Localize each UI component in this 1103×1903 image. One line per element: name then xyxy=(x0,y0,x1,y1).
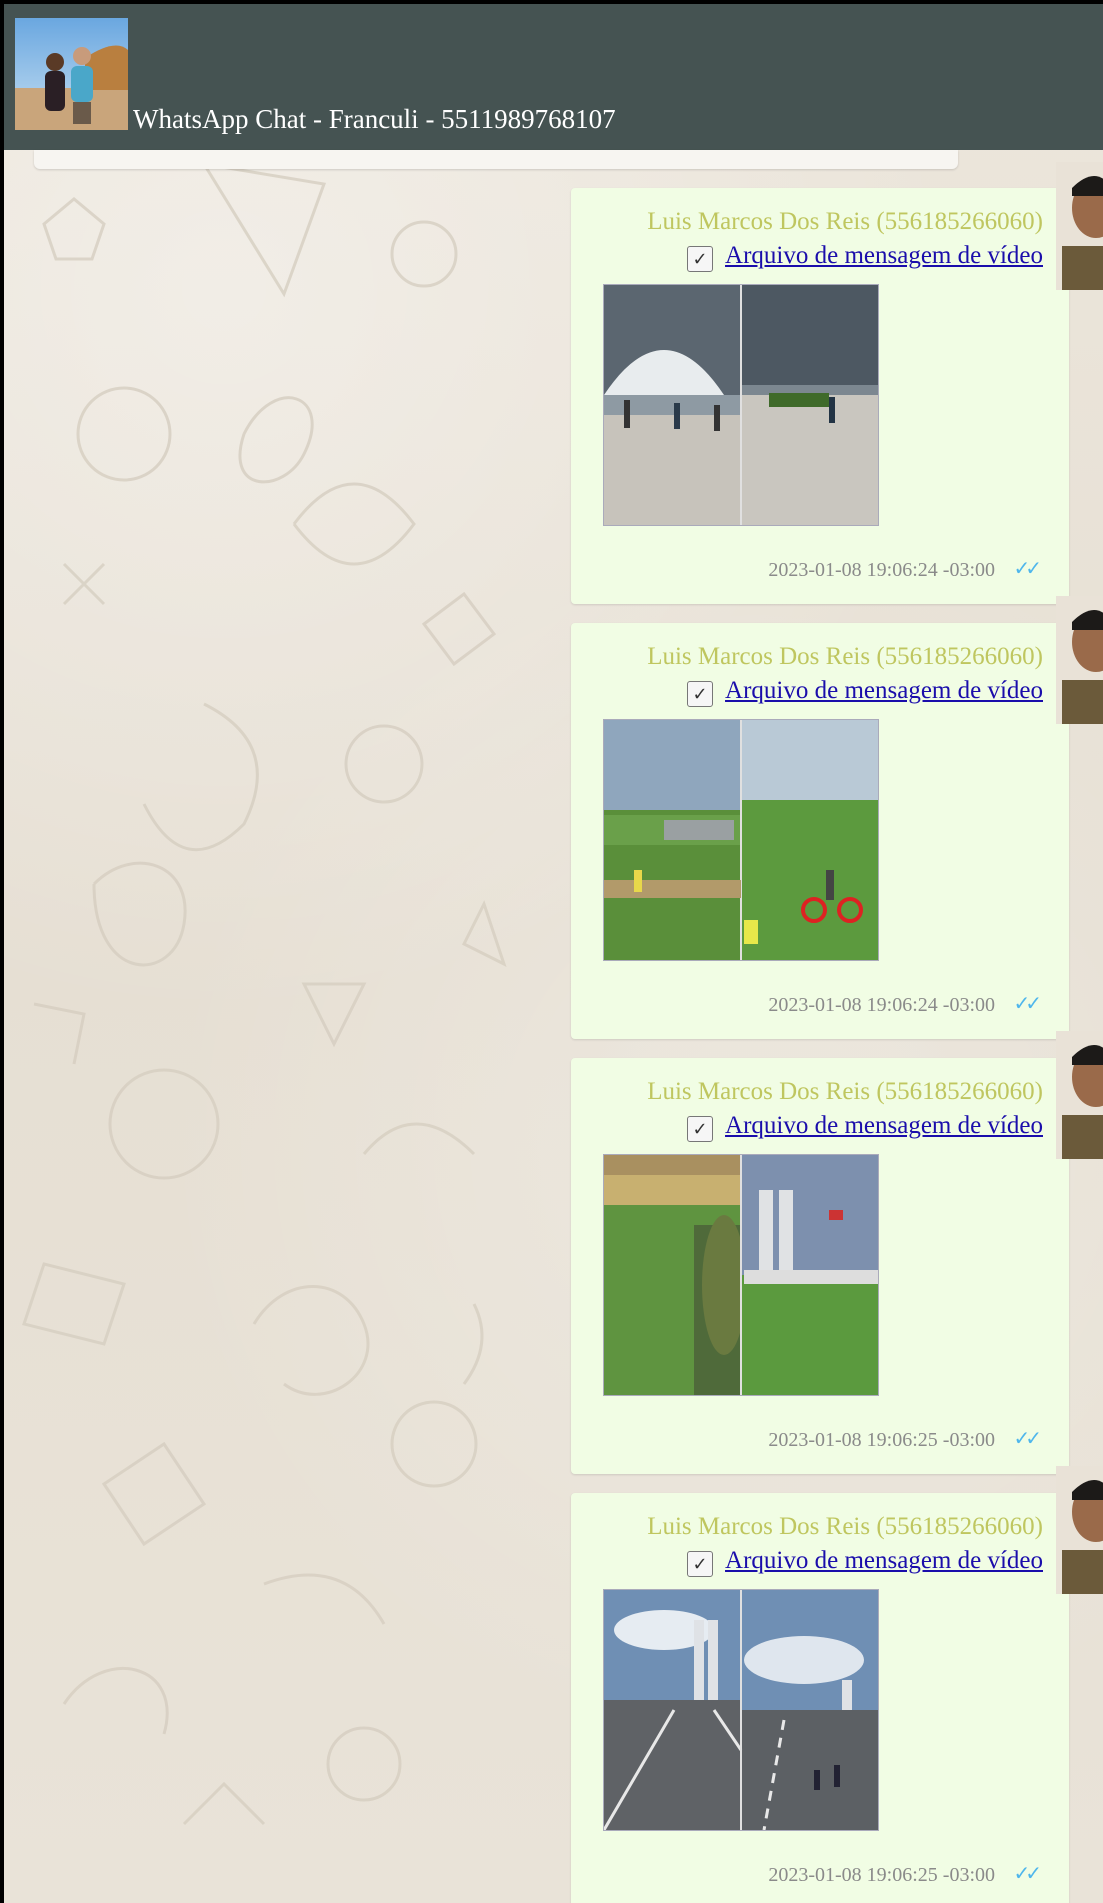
sender-avatar[interactable] xyxy=(1056,596,1103,724)
sender-name: Luis Marcos Dos Reis (556185266060) xyxy=(647,643,1043,670)
chat-window: WhatsApp Chat - Franculi - 5511989768107… xyxy=(4,4,1103,1903)
video-thumbnail-icon xyxy=(604,1155,878,1395)
attachment-row: ✓ Arquivo de mensagem de vídeo xyxy=(687,675,1043,707)
sender-avatar-icon xyxy=(1056,596,1103,724)
select-checkbox[interactable]: ✓ xyxy=(687,246,714,272)
message-timestamp: 2023-01-08 19:06:24 -03:00 xyxy=(768,994,995,1016)
read-receipt-icon: ✓✓ xyxy=(1013,1861,1041,1885)
video-thumbnail[interactable] xyxy=(603,284,879,526)
sender-avatar[interactable] xyxy=(1056,1466,1103,1594)
select-checkbox[interactable]: ✓ xyxy=(687,681,714,707)
message-timestamp: 2023-01-08 19:06:25 -03:00 xyxy=(768,1864,995,1886)
video-attachment-link[interactable]: Arquivo de mensagem de vídeo xyxy=(725,1547,1043,1575)
sender-avatar[interactable] xyxy=(1056,162,1103,290)
attachment-row: ✓ Arquivo de mensagem de vídeo xyxy=(687,240,1043,272)
sender-name: Luis Marcos Dos Reis (556185266060) xyxy=(647,1513,1043,1540)
video-attachment-link[interactable]: Arquivo de mensagem de vídeo xyxy=(725,242,1043,270)
chat-title: WhatsApp Chat - Franculi - 5511989768107 xyxy=(133,104,616,134)
chat-header: WhatsApp Chat - Franculi - 5511989768107 xyxy=(4,4,1103,150)
read-receipt-icon: ✓✓ xyxy=(1013,556,1041,580)
previous-message-edge xyxy=(34,150,958,169)
sender-avatar[interactable] xyxy=(1056,1031,1103,1159)
message-bubble: Luis Marcos Dos Reis (556185266060) ✓ Ar… xyxy=(571,623,1069,1039)
video-thumbnail-icon xyxy=(604,720,878,960)
select-checkbox[interactable]: ✓ xyxy=(687,1551,714,1577)
sender-name: Luis Marcos Dos Reis (556185266060) xyxy=(647,1078,1043,1105)
chat-avatar[interactable] xyxy=(15,18,128,130)
video-thumbnail-icon xyxy=(604,285,878,525)
sender-avatar-icon xyxy=(1056,162,1103,290)
message-bubble: Luis Marcos Dos Reis (556185266060) ✓ Ar… xyxy=(571,1058,1069,1474)
profile-photo-icon xyxy=(15,18,128,130)
sender-avatar-icon xyxy=(1056,1031,1103,1159)
message-timestamp: 2023-01-08 19:06:24 -03:00 xyxy=(768,559,995,581)
attachment-row: ✓ Arquivo de mensagem de vídeo xyxy=(687,1545,1043,1577)
sender-avatar-icon xyxy=(1056,1466,1103,1594)
video-attachment-link[interactable]: Arquivo de mensagem de vídeo xyxy=(725,1112,1043,1140)
attachment-row: ✓ Arquivo de mensagem de vídeo xyxy=(687,1110,1043,1142)
read-receipt-icon: ✓✓ xyxy=(1013,1426,1041,1450)
video-thumbnail[interactable] xyxy=(603,1589,879,1831)
video-thumbnail-icon xyxy=(604,1590,878,1830)
select-checkbox[interactable]: ✓ xyxy=(687,1116,714,1142)
video-attachment-link[interactable]: Arquivo de mensagem de vídeo xyxy=(725,677,1043,705)
video-thumbnail[interactable] xyxy=(603,1154,879,1396)
read-receipt-icon: ✓✓ xyxy=(1013,991,1041,1015)
sender-name: Luis Marcos Dos Reis (556185266060) xyxy=(647,208,1043,235)
video-thumbnail[interactable] xyxy=(603,719,879,961)
message-bubble: Luis Marcos Dos Reis (556185266060) ✓ Ar… xyxy=(571,1493,1069,1903)
message-timestamp: 2023-01-08 19:06:25 -03:00 xyxy=(768,1429,995,1451)
message-bubble: Luis Marcos Dos Reis (556185266060) ✓ Ar… xyxy=(571,188,1069,604)
